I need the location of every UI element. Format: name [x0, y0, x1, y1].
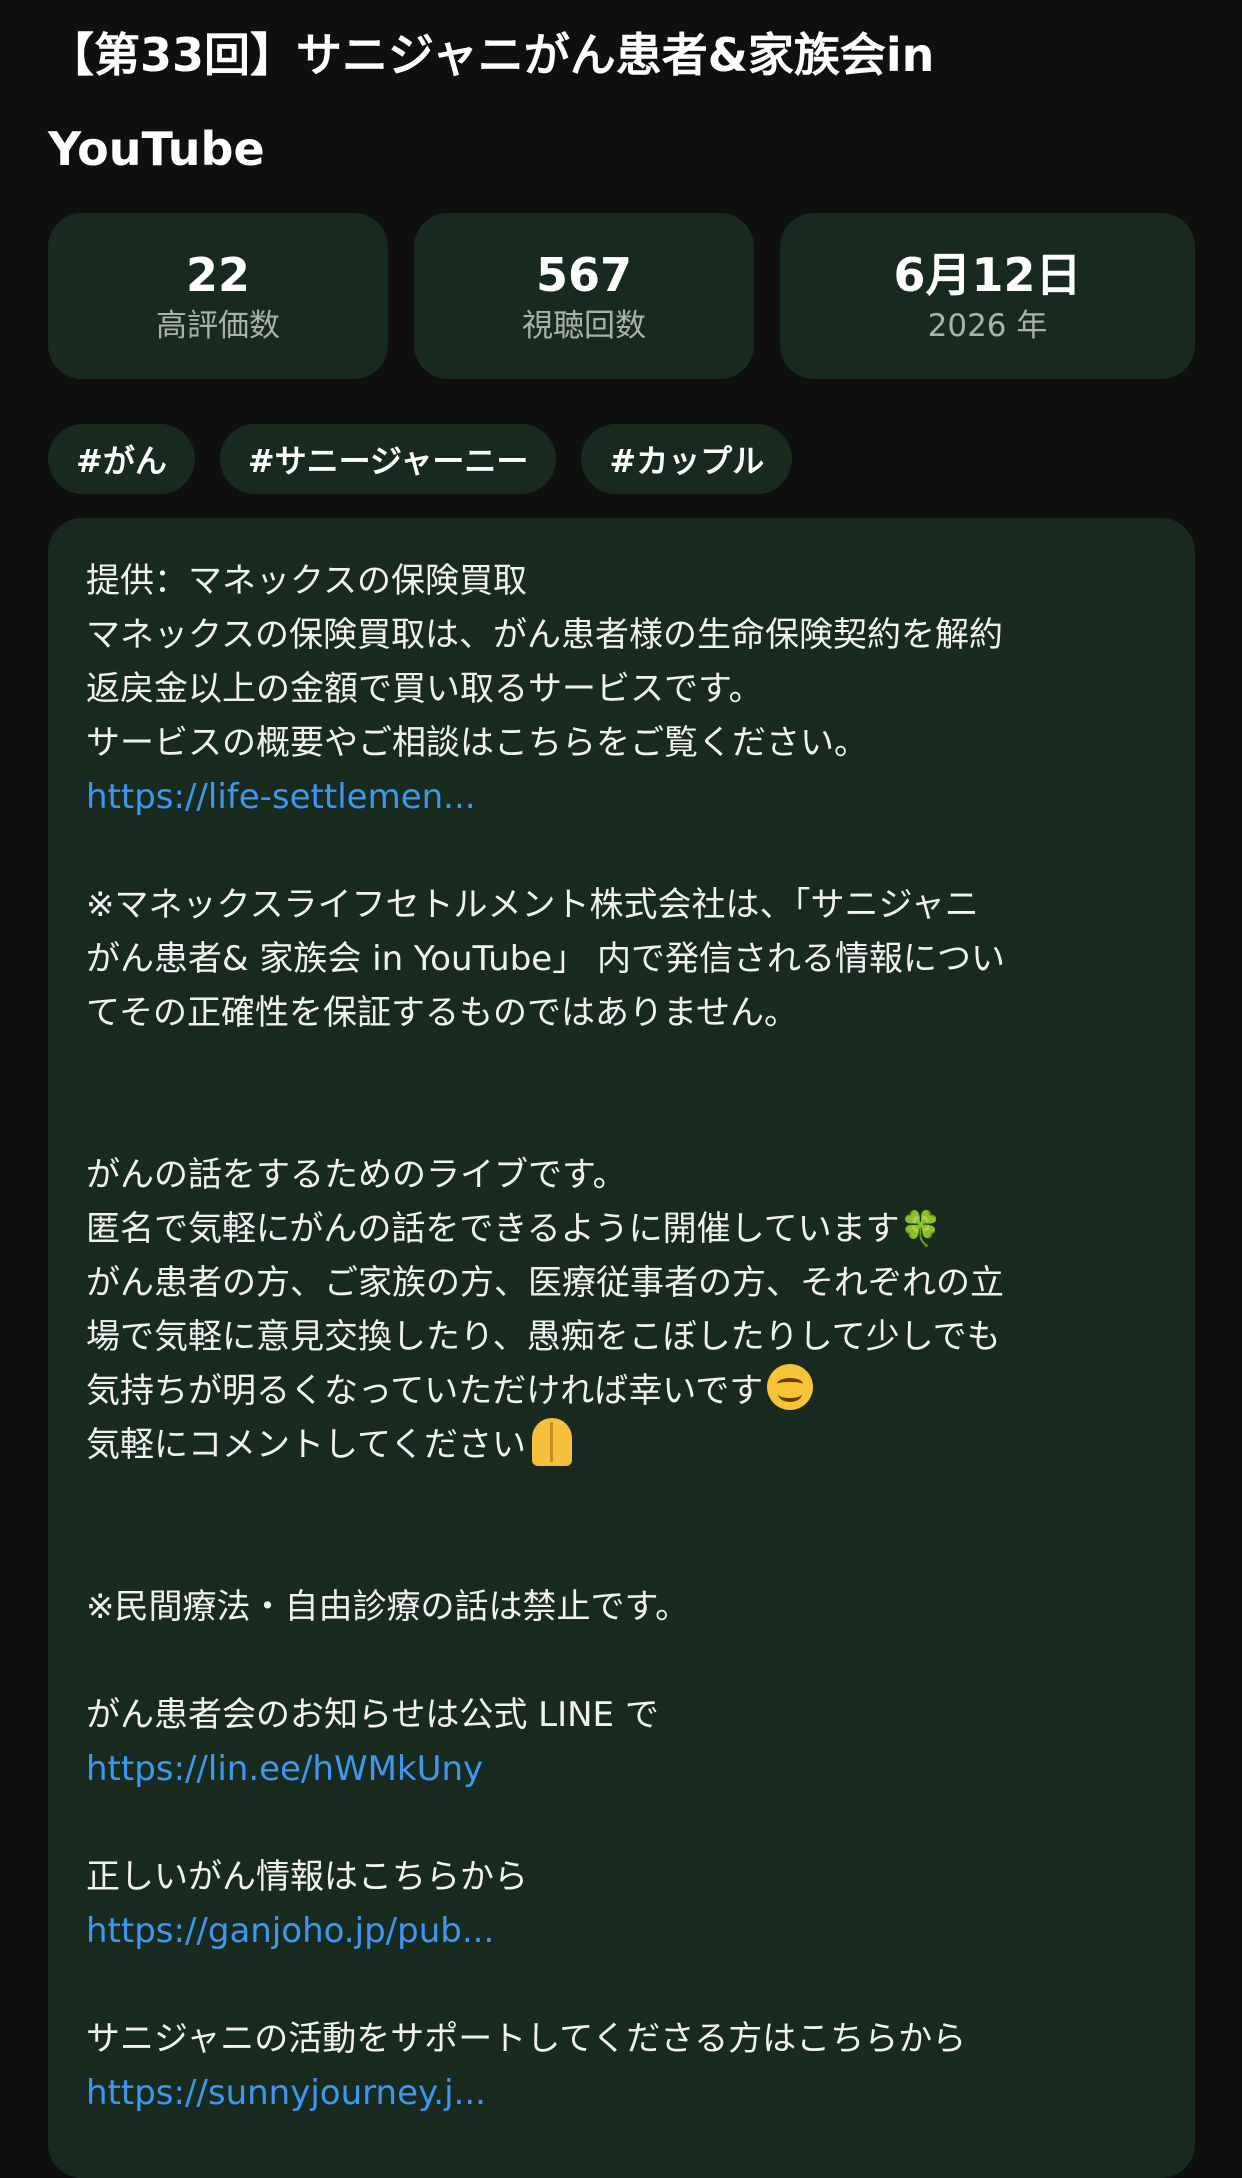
desc-line: がん患者& 家族会 in YouTube」 内で発信される情報につい	[86, 939, 1005, 979]
desc-blank-line	[86, 1796, 1157, 1850]
desc-line-text: 気軽にコメントしてください	[86, 1425, 526, 1465]
desc-blank-line	[86, 1526, 1157, 1580]
desc-line: ※民間療法・自由診療の話は禁止です。	[86, 1587, 690, 1627]
hashtag-gan[interactable]: #がん	[48, 424, 195, 494]
desc-line: がん患者の方、ご家族の方、医療従事者の方、それぞれの立	[86, 1263, 1004, 1303]
video-title: 【第33回】サニジャニがん患者&家族会in YouTube	[48, 8, 1208, 196]
likes-count: 22	[185, 248, 250, 302]
life-settlement-link[interactable]: https://life-settlemen...	[86, 770, 1157, 824]
desc-line-with-hands: 気軽にコメントしてください	[86, 1418, 1157, 1472]
desc-line: てその正確性を保証するものではありません。	[86, 993, 798, 1033]
desc-line-with-clover: 匿名で気軽にがんの話をできるように開催しています🍀	[86, 1202, 1157, 1256]
desc-line: がん患者会のお知らせは公式 LINE で	[86, 1695, 659, 1735]
hashtag-row: #がん #サニージャーニー #カップル	[48, 424, 793, 494]
clover-icon: 🍀	[899, 1209, 942, 1249]
desc-line: 場で気軽に意見交換したり、愚痴をこぼしたりして少しでも	[86, 1317, 1001, 1357]
video-title-line1: 【第33回】サニジャニがん患者&家族会in	[48, 28, 935, 82]
desc-line: サービスの概要やご相談はこちらをご覧ください。	[86, 723, 868, 763]
likes-stat: 22 高評価数	[48, 213, 388, 379]
desc-line-text: 気持ちが明るくなっていただければ幸いです	[86, 1371, 764, 1411]
desc-line: サニジャニの活動をサポートしてくださる方はこちらから	[86, 2019, 967, 2059]
date-stat: 6月12日 2026 年	[780, 213, 1195, 379]
folded-hands-icon	[531, 1418, 572, 1466]
desc-line: がんの話をするためのライブです。	[86, 1155, 627, 1195]
likes-label: 高評価数	[156, 308, 280, 344]
publish-date: 6月12日	[893, 248, 1082, 302]
stats-row: 22 高評価数 567 視聴回数 6月12日 2026 年	[48, 213, 1195, 379]
description-box: 提供：マネックスの保険買取 マネックスの保険買取は、がん患者様の生命保険契約を解…	[48, 518, 1195, 2178]
desc-blank-line	[86, 1040, 1157, 1094]
desc-blank-line	[86, 1634, 1157, 1688]
video-title-line2: YouTube	[48, 122, 265, 176]
views-count: 567	[535, 248, 633, 302]
ganjoho-link[interactable]: https://ganjoho.jp/pub...	[86, 1904, 1157, 1958]
desc-line: マネックスの保険買取は、がん患者様の生命保険契約を解約	[86, 615, 1003, 655]
desc-blank-line	[86, 1958, 1157, 2012]
smiling-face-icon	[767, 1364, 814, 1410]
desc-line: ※マネックスライフセトルメント株式会社は、「サニジャニ	[86, 885, 979, 925]
desc-line-with-smile: 気持ちが明るくなっていただければ幸いです	[86, 1364, 1157, 1418]
publish-year: 2026 年	[927, 308, 1048, 344]
hashtag-couple[interactable]: #カップル	[581, 424, 793, 494]
desc-line: 正しいがん情報はこちらから	[86, 1857, 528, 1897]
line-official-link[interactable]: https://lin.ee/hWMkUny	[86, 1742, 1157, 1796]
views-label: 視聴回数	[522, 308, 646, 344]
desc-blank-line	[86, 1472, 1157, 1526]
desc-line: 提供：マネックスの保険買取	[86, 561, 527, 601]
desc-line: 返戻金以上の金額で買い取るサービスです。	[86, 669, 763, 709]
sunnyjourney-link[interactable]: https://sunnyjourney.j...	[86, 2066, 1157, 2120]
desc-line-text: 匿名で気軽にがんの話をできるように開催しています	[86, 1209, 900, 1249]
hashtag-sunny-journey[interactable]: #サニージャーニー	[219, 424, 557, 494]
desc-blank-line	[86, 1094, 1157, 1148]
views-stat: 567 視聴回数	[414, 213, 754, 379]
desc-blank-line	[86, 824, 1157, 878]
